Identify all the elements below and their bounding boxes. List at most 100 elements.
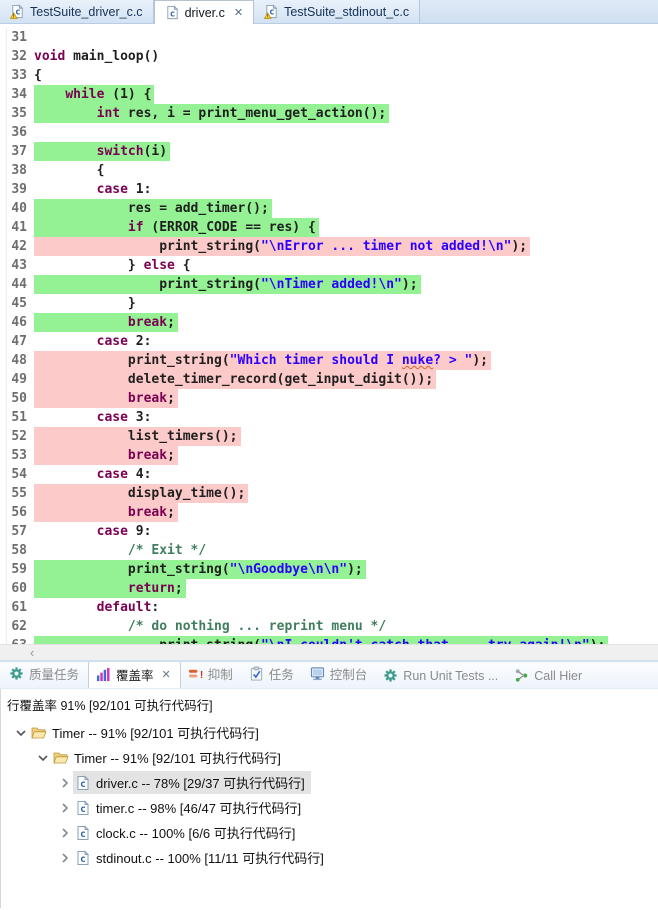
code-segment: case	[97, 467, 128, 482]
code-line-44[interactable]: 44 print_string("\nTimer added!\n");	[0, 275, 658, 294]
code-segment: 9:	[128, 524, 151, 539]
folder-open-icon	[31, 725, 47, 741]
code-segment: );	[347, 562, 363, 577]
chevron-right-icon[interactable]	[57, 850, 73, 866]
code-segment	[34, 448, 128, 463]
close-icon[interactable]: ✕	[162, 668, 171, 681]
code-line-45[interactable]: 45 }	[0, 294, 658, 313]
code-line-51[interactable]: 51 case 3:	[0, 408, 658, 427]
tree-row-timer[interactable]: Timer -- 91% [92/101 可执行代码行]	[5, 745, 658, 770]
editor-tab-testsuite_stdinout_c-c[interactable]: c!TestSuite_stdinout_c.c	[254, 0, 420, 23]
tree-row-clock-c[interactable]: cclock.c -- 100% [6/6 可执行代码行]	[5, 820, 658, 845]
code-segment: (1) {	[104, 87, 151, 102]
code-segment: case	[97, 524, 128, 539]
covered-line-text: return;	[34, 579, 186, 598]
code-line-42[interactable]: 42 print_string("\nError ... timer not a…	[0, 237, 658, 256]
tree-item[interactable]: Timer -- 91% [92/101 可执行代码行]	[51, 746, 287, 769]
code-line-34[interactable]: 34 while (1) {	[0, 85, 658, 104]
covered-line-text: break;	[34, 313, 178, 332]
code-line-38[interactable]: 38 {	[0, 161, 658, 180]
panel-tab-label: 任务	[269, 664, 294, 683]
chevron-down-icon[interactable]	[13, 725, 29, 741]
code-line-43[interactable]: 43 } else {	[0, 256, 658, 275]
code-line-31[interactable]: 31	[0, 28, 658, 47]
code-text: void main_loop()	[34, 47, 162, 66]
code-line-46[interactable]: 46 break;	[0, 313, 658, 332]
tree-item-label: clock.c -- 100% [6/6 可执行代码行]	[96, 823, 295, 842]
line-number: 52	[0, 427, 34, 446]
tree-item[interactable]: cstdinout.c -- 100% [11/11 可执行代码行]	[73, 846, 330, 869]
code-segment: ;	[175, 581, 183, 596]
code-line-47[interactable]: 47 case 2:	[0, 332, 658, 351]
panel-tab-gear-5[interactable]: Run Unit Tests ...	[376, 664, 507, 688]
code-line-61[interactable]: 61 default:	[0, 598, 658, 617]
code-line-54[interactable]: 54 case 4:	[0, 465, 658, 484]
chevron-down-icon[interactable]	[35, 750, 51, 766]
code-line-37[interactable]: 37 switch(i)	[0, 142, 658, 161]
chevron-right-icon[interactable]	[57, 800, 73, 816]
tree-item[interactable]: ctimer.c -- 98% [46/47 可执行代码行]	[73, 796, 307, 819]
uncovered-line-text: print_string("Which timer should I nuke?…	[34, 351, 491, 370]
tree-item[interactable]: cclock.c -- 100% [6/6 可执行代码行]	[73, 821, 301, 844]
panel-tab-tasks-3[interactable]: 任务	[242, 662, 303, 688]
code-segment: main_loop()	[65, 49, 159, 64]
editor-tab-testsuite_driver_c-c[interactable]: c!TestSuite_driver_c.c	[0, 0, 154, 23]
code-line-53[interactable]: 53 break;	[0, 446, 658, 465]
code-line-58[interactable]: 58 /* Exit */	[0, 541, 658, 560]
code-line-57[interactable]: 57 case 9:	[0, 522, 658, 541]
uncovered-line-text: print_string("\nError ... timer not adde…	[34, 237, 530, 256]
code-line-40[interactable]: 40 res = add_timer();	[0, 199, 658, 218]
tree-row-timer-c[interactable]: ctimer.c -- 98% [46/47 可执行代码行]	[5, 795, 658, 820]
code-line-50[interactable]: 50 break;	[0, 389, 658, 408]
panel-tab-suppress-2[interactable]: !抑制	[181, 662, 242, 688]
panel-tab-gear-0[interactable]: 质量任务	[2, 662, 88, 688]
panel-tab-console-4[interactable]: 控制台	[303, 662, 377, 688]
code-segment: 4:	[128, 467, 151, 482]
code-line-41[interactable]: 41 if (ERROR_CODE == res) {	[0, 218, 658, 237]
code-line-60[interactable]: 60 return;	[0, 579, 658, 598]
line-number: 39	[0, 180, 34, 199]
code-area[interactable]: 3132void main_loop()33{34 while (1) {35 …	[0, 24, 658, 644]
code-segment: case	[97, 410, 128, 425]
tree-item[interactable]: cdriver.c -- 78% [29/37 可执行代码行]	[73, 771, 311, 794]
uncovered-line-text: break;	[34, 389, 178, 408]
line-number: 60	[0, 579, 34, 598]
code-line-33[interactable]: 33{	[0, 66, 658, 85]
panel-tab-bar-chart-1[interactable]: 覆盖率✕	[88, 662, 181, 689]
svg-text:!: !	[200, 670, 203, 681]
line-number: 40	[0, 199, 34, 218]
code-line-48[interactable]: 48 print_string("Which timer should I nu…	[0, 351, 658, 370]
close-icon[interactable]: ✕	[234, 6, 243, 19]
tree-row-driver-c[interactable]: cdriver.c -- 78% [29/37 可执行代码行]	[5, 770, 658, 795]
code-line-39[interactable]: 39 case 1:	[0, 180, 658, 199]
editor-tab-driver-c[interactable]: cdriver.c✕	[154, 0, 255, 24]
code-editor[interactable]: 3132void main_loop()33{34 while (1) {35 …	[0, 24, 658, 660]
tree-item[interactable]: Timer -- 91% [92/101 可执行代码行]	[29, 721, 265, 744]
covered-line-text: res = add_timer();	[34, 199, 272, 218]
code-line-59[interactable]: 59 print_string("\nGoodbye\n\n");	[0, 560, 658, 579]
gear-icon	[383, 668, 398, 683]
tree-row-stdinout-c[interactable]: cstdinout.c -- 100% [11/11 可执行代码行]	[5, 845, 658, 870]
code-line-63[interactable]: 63 print_string("\nI couldn't catch that…	[0, 636, 658, 644]
code-line-56[interactable]: 56 break;	[0, 503, 658, 522]
code-line-52[interactable]: 52 list_timers();	[0, 427, 658, 446]
code-line-55[interactable]: 55 display_time();	[0, 484, 658, 503]
chevron-right-icon[interactable]	[57, 825, 73, 841]
uncovered-line-text: break;	[34, 503, 178, 522]
line-number: 63	[0, 636, 34, 644]
code-line-36[interactable]: 36	[0, 123, 658, 142]
code-line-32[interactable]: 32void main_loop()	[0, 47, 658, 66]
panel-tab-label: 控制台	[330, 664, 368, 683]
panel-tab-call-hierarchy-6[interactable]: Call Hier	[507, 664, 591, 688]
code-segment	[34, 505, 128, 520]
horizontal-scrollbar[interactable]: ‹	[0, 644, 658, 660]
svg-text:c: c	[15, 7, 20, 17]
tree-row-timer[interactable]: Timer -- 91% [92/101 可执行代码行]	[5, 720, 658, 745]
bar-chart-icon	[96, 667, 111, 682]
code-segment: }	[34, 258, 144, 273]
scroll-left-icon[interactable]: ‹	[30, 645, 34, 660]
code-line-35[interactable]: 35 int res, i = print_menu_get_action();	[0, 104, 658, 123]
chevron-right-icon[interactable]	[57, 775, 73, 791]
code-line-62[interactable]: 62 /* do nothing ... reprint menu */	[0, 617, 658, 636]
code-line-49[interactable]: 49 delete_timer_record(get_input_digit()…	[0, 370, 658, 389]
